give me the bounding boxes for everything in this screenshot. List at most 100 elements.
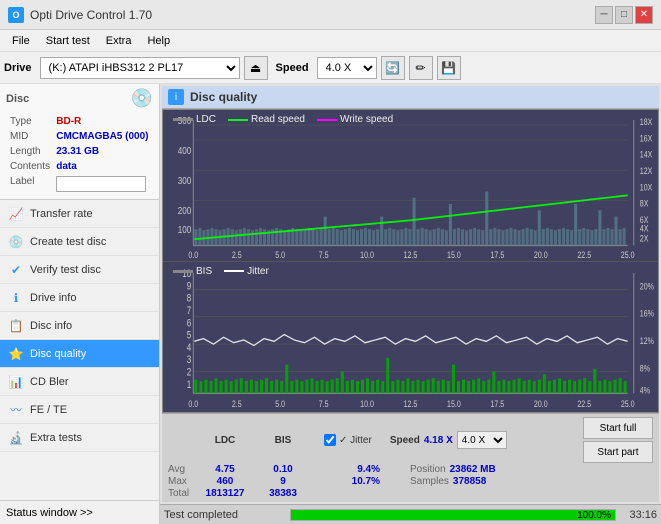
avg-row-label: Avg xyxy=(168,464,196,475)
minimize-button[interactable]: ─ xyxy=(595,6,613,24)
svg-text:7.5: 7.5 xyxy=(319,250,329,260)
disc-quality-header: i Disc quality xyxy=(162,86,659,109)
charts-area: LDC Read speed Write speed xyxy=(162,109,659,413)
drive-select[interactable]: (K:) ATAPI iHBS312 2 PL17 xyxy=(40,57,240,79)
stats-area: LDC BIS ✓ Jitter Speed 4.18 X 4.0 X Star… xyxy=(162,413,659,502)
disc-icon: 💿 xyxy=(131,88,153,109)
svg-text:17.5: 17.5 xyxy=(490,250,504,260)
sidebar-item-label: Verify test disc xyxy=(30,264,101,276)
svg-text:0.0: 0.0 xyxy=(188,397,198,408)
svg-text:7.5: 7.5 xyxy=(319,397,329,408)
svg-text:20.0: 20.0 xyxy=(534,397,548,408)
max-jitter-val: 10.7% xyxy=(340,476,380,487)
svg-text:5.0: 5.0 xyxy=(275,397,285,408)
sidebar-item-drive-info[interactable]: ℹ Drive info xyxy=(0,284,159,312)
start-full-button[interactable]: Start full xyxy=(583,417,653,439)
menu-extra[interactable]: Extra xyxy=(98,33,140,49)
title-bar: O Opti Drive Control 1.70 ─ □ ✕ xyxy=(0,0,661,30)
sidebar-item-extra-tests[interactable]: 🔬 Extra tests xyxy=(0,424,159,452)
jitter-label: ✓ Jitter xyxy=(339,435,372,446)
svg-text:3: 3 xyxy=(187,354,192,367)
eject-button[interactable]: ⏏ xyxy=(244,56,268,80)
drive-label: Drive xyxy=(4,62,32,74)
menu-file[interactable]: File xyxy=(4,33,38,49)
sidebar-item-disc-info[interactable]: 📋 Disc info xyxy=(0,312,159,340)
status-window-button[interactable]: Status window >> xyxy=(0,500,159,524)
drive-info-icon: ℹ xyxy=(8,290,24,306)
total-ldc-val: 1813127 xyxy=(196,488,254,499)
sidebar-item-create-test-disc[interactable]: 💿 Create test disc xyxy=(0,228,159,256)
svg-text:6: 6 xyxy=(187,317,192,330)
save-button[interactable]: 💾 xyxy=(437,56,461,80)
sidebar-item-disc-quality[interactable]: ⭐ Disc quality xyxy=(0,340,159,368)
samples-value: 378858 xyxy=(453,476,486,487)
legend-bis: BIS xyxy=(173,266,212,277)
status-text: Test completed xyxy=(164,509,284,521)
svg-text:100: 100 xyxy=(178,224,191,235)
maximize-button[interactable]: □ xyxy=(615,6,633,24)
cd-bler-icon: 📊 xyxy=(8,374,24,390)
type-value: BD-R xyxy=(54,115,151,128)
svg-text:2X: 2X xyxy=(640,234,649,244)
sidebar-item-label: Transfer rate xyxy=(30,208,93,220)
status-window-label: Status window >> xyxy=(6,507,93,519)
svg-text:14X: 14X xyxy=(640,150,653,160)
close-button[interactable]: ✕ xyxy=(635,6,653,24)
jitter-checkbox[interactable] xyxy=(324,434,336,446)
sidebar-item-transfer-rate[interactable]: 📈 Transfer rate xyxy=(0,200,159,228)
svg-text:8%: 8% xyxy=(640,362,651,373)
mid-label: MID xyxy=(8,130,52,143)
speed-select-stats[interactable]: 4.0 X xyxy=(457,431,507,449)
total-row-label: Total xyxy=(168,488,196,499)
create-test-disc-icon: 💿 xyxy=(8,234,24,250)
main-area: Disc 💿 Type BD-R MID CMCMAGBA5 (000) Len… xyxy=(0,84,661,524)
svg-text:300: 300 xyxy=(178,175,191,186)
title-text: Opti Drive Control 1.70 xyxy=(30,8,595,22)
chart2-legend: BIS Jitter xyxy=(173,266,269,277)
svg-text:2: 2 xyxy=(187,366,192,379)
svg-text:15.0: 15.0 xyxy=(447,397,461,408)
svg-text:12.5: 12.5 xyxy=(404,250,418,260)
toolbar: Drive (K:) ATAPI iHBS312 2 PL17 ⏏ Speed … xyxy=(0,52,661,84)
max-bis-val: 9 xyxy=(254,476,312,487)
svg-text:8X: 8X xyxy=(640,199,649,209)
disc-info-icon: 📋 xyxy=(8,318,24,334)
svg-text:16%: 16% xyxy=(640,307,655,318)
start-part-button[interactable]: Start part xyxy=(583,441,653,463)
svg-text:17.5: 17.5 xyxy=(490,397,504,408)
label-label: Label xyxy=(8,175,52,193)
progress-bar-fill xyxy=(291,510,615,520)
sidebar-item-cd-bler[interactable]: 📊 CD Bler xyxy=(0,368,159,396)
sidebar-item-fe-te[interactable]: 〰 FE / TE xyxy=(0,396,159,424)
svg-text:10.0: 10.0 xyxy=(360,397,374,408)
svg-text:20.0: 20.0 xyxy=(534,250,548,260)
svg-text:4%: 4% xyxy=(640,384,651,395)
samples-label: Samples xyxy=(410,476,449,487)
window-controls: ─ □ ✕ xyxy=(595,6,653,24)
chart2-svg: 10 9 8 7 6 5 4 3 2 1 xyxy=(163,262,658,413)
sidebar-item-verify-test-disc[interactable]: ✔ Verify test disc xyxy=(0,256,159,284)
disc-label-input[interactable] xyxy=(56,176,146,192)
edit-button[interactable]: ✏ xyxy=(409,56,433,80)
avg-jitter-val: 9.4% xyxy=(340,464,380,475)
speed-select[interactable]: 4.0 X 2.0 X 1.0 X xyxy=(317,57,377,79)
length-value: 23.31 GB xyxy=(54,145,151,158)
menu-help[interactable]: Help xyxy=(139,33,178,49)
svg-text:10X: 10X xyxy=(640,183,653,193)
avg-bis-val: 0.10 xyxy=(254,464,312,475)
refresh-button[interactable]: 🔄 xyxy=(381,56,405,80)
disc-quality-header-icon: i xyxy=(168,89,184,105)
max-ldc-val: 460 xyxy=(196,476,254,487)
svg-text:16X: 16X xyxy=(640,134,653,144)
mid-value: CMCMAGBA5 (000) xyxy=(54,130,151,143)
svg-text:1: 1 xyxy=(187,378,192,391)
verify-test-disc-icon: ✔ xyxy=(8,262,24,278)
menu-start-test[interactable]: Start test xyxy=(38,33,98,49)
svg-text:200: 200 xyxy=(178,205,191,216)
svg-text:9: 9 xyxy=(187,280,192,293)
max-row-label: Max xyxy=(168,476,196,487)
svg-text:0.0: 0.0 xyxy=(188,250,198,260)
disc-quality-title: Disc quality xyxy=(190,90,257,104)
svg-text:20%: 20% xyxy=(640,280,655,291)
svg-text:12X: 12X xyxy=(640,166,653,176)
